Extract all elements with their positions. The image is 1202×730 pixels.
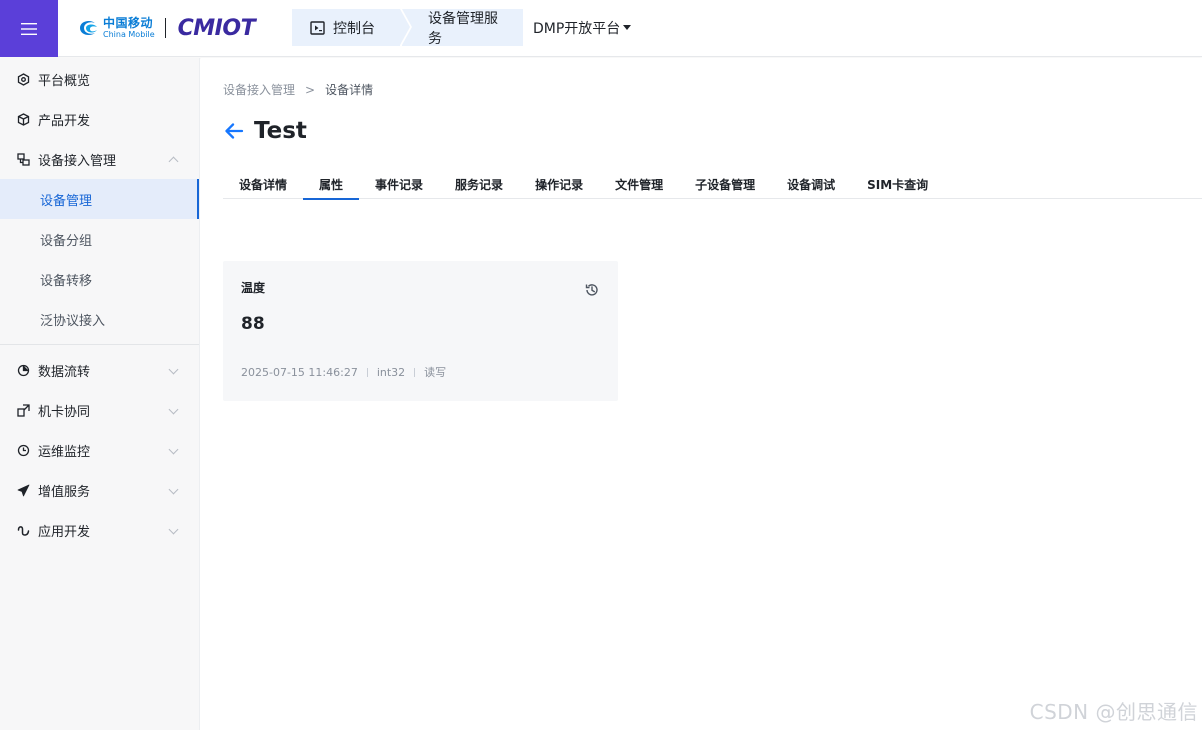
detail-tabs: 设备详情 属性 事件记录 服务记录 操作记录 文件管理 子设备管理 设备调试 S… bbox=[223, 170, 1202, 200]
meta-divider bbox=[366, 367, 368, 377]
sidebar-item-device-access[interactable]: 设备接入管理 bbox=[0, 139, 199, 179]
sidebar-item-sim-link[interactable]: 机卡协同 bbox=[0, 390, 199, 430]
property-access: 读写 bbox=[424, 366, 447, 379]
sidebar-subitem-device-transfer[interactable]: 设备转移 bbox=[0, 259, 199, 299]
device-service-tab[interactable]: 设备管理服务 bbox=[402, 9, 523, 47]
tab-file-management[interactable]: 文件管理 bbox=[599, 170, 679, 199]
brand-name-en: China Mobile bbox=[103, 30, 155, 39]
menu-toggle-button[interactable] bbox=[0, 0, 58, 57]
console-tab[interactable]: 控制台 bbox=[292, 9, 410, 46]
console-tab-label: 控制台 bbox=[333, 20, 375, 37]
property-meta: 2025-07-15 11:46:27 int32 读写 bbox=[241, 364, 446, 380]
send-icon bbox=[16, 483, 30, 497]
sidebar-divider bbox=[0, 344, 199, 345]
sim-link-icon bbox=[16, 403, 30, 417]
app-dev-icon bbox=[16, 523, 30, 537]
sidebar-subitem-protocol-access[interactable]: 泛协议接入 bbox=[0, 299, 199, 339]
property-name: 温度 bbox=[241, 281, 266, 295]
data-flow-icon bbox=[16, 363, 30, 377]
hamburger-icon bbox=[21, 22, 37, 36]
sidebar-item-product-dev[interactable]: 产品开发 bbox=[0, 99, 199, 139]
watermark: CSDN @创思通信 bbox=[1029, 700, 1198, 724]
breadcrumb-parent-link[interactable]: 设备接入管理 bbox=[223, 81, 295, 98]
chevron-down-icon bbox=[168, 404, 179, 415]
sidebar-item-label: 平台概览 bbox=[38, 73, 91, 89]
sidebar-subitem-device-group[interactable]: 设备分组 bbox=[0, 219, 199, 259]
page-title: Test bbox=[254, 118, 307, 144]
brand-divider bbox=[164, 18, 166, 38]
sidebar-subitem-device-management[interactable]: 设备管理 bbox=[0, 179, 199, 219]
tab-event-records[interactable]: 事件记录 bbox=[359, 170, 439, 199]
sidebar-item-label: 应用开发 bbox=[38, 524, 91, 540]
header-breadcrumb: 控制台 设备管理服务 DMP开放平台 bbox=[292, 9, 632, 47]
tab-sub-device-management[interactable]: 子设备管理 bbox=[679, 170, 771, 199]
sidebar-item-label: 机卡协同 bbox=[38, 404, 91, 420]
sidebar-item-value-added[interactable]: 增值服务 bbox=[0, 470, 199, 510]
tab-device-debug[interactable]: 设备调试 bbox=[771, 170, 851, 199]
cmiot-logo: CMIOT bbox=[177, 15, 256, 41]
monitor-icon bbox=[16, 443, 30, 457]
sidebar-item-overview[interactable]: 平台概览 bbox=[0, 59, 199, 99]
overview-icon bbox=[16, 72, 30, 86]
device-access-icon bbox=[16, 152, 30, 166]
breadcrumb: 设备接入管理 > 设备详情 bbox=[223, 81, 373, 98]
chevron-down-icon bbox=[168, 484, 179, 495]
chevron-down-icon bbox=[168, 444, 179, 455]
sidebar-subitem-label: 设备管理 bbox=[40, 193, 93, 209]
chevron-down-icon bbox=[168, 364, 179, 375]
brand-name-cn: 中国移动 bbox=[103, 16, 154, 30]
device-service-tab-label: 设备管理服务 bbox=[428, 10, 498, 47]
history-icon[interactable] bbox=[584, 282, 600, 298]
property-value: 88 bbox=[241, 314, 265, 334]
sidebar-subitem-label: 设备转移 bbox=[40, 273, 93, 289]
tab-properties[interactable]: 属性 bbox=[303, 170, 360, 200]
sidebar-item-monitor[interactable]: 运维监控 bbox=[0, 430, 199, 470]
tab-service-records[interactable]: 服务记录 bbox=[439, 170, 519, 199]
sidebar-item-label: 数据流转 bbox=[38, 364, 91, 380]
china-mobile-logo: 中国移动 China Mobile bbox=[76, 17, 155, 39]
sidebar-subitem-label: 泛协议接入 bbox=[40, 313, 106, 329]
cube-icon bbox=[16, 112, 30, 126]
sidebar-item-label: 增值服务 bbox=[38, 484, 91, 500]
chevron-down-icon bbox=[168, 524, 179, 535]
property-card: 温度 88 2025-07-15 11:46:27 int32 读写 bbox=[223, 261, 618, 401]
property-timestamp: 2025-07-15 11:46:27 bbox=[241, 365, 358, 379]
breadcrumb-current: 设备详情 bbox=[325, 83, 374, 97]
sidebar-item-data-flow[interactable]: 数据流转 bbox=[0, 350, 199, 390]
chevron-up-icon bbox=[168, 156, 179, 167]
sidebar-item-label: 设备接入管理 bbox=[38, 153, 117, 169]
sidebar-subitem-label: 设备分组 bbox=[40, 233, 93, 249]
tab-sim-query[interactable]: SIM卡查询 bbox=[851, 170, 944, 199]
breadcrumb-separator: > bbox=[305, 82, 316, 97]
page-header: Test bbox=[223, 118, 307, 144]
main-content: 设备接入管理 > 设备详情 Test 设备详情 属性 事件记录 服务记录 操作记… bbox=[201, 58, 1202, 730]
platform-dropdown[interactable]: DMP开放平台 bbox=[533, 18, 632, 38]
brand-logo[interactable]: 中国移动 China Mobile CMIOT bbox=[76, 14, 256, 42]
back-arrow-icon[interactable] bbox=[223, 120, 245, 142]
sidebar-item-label: 产品开发 bbox=[38, 113, 91, 129]
tab-operation-records[interactable]: 操作记录 bbox=[519, 170, 599, 199]
sidebar-item-app-dev[interactable]: 应用开发 bbox=[0, 510, 199, 550]
sidebar-item-label: 运维监控 bbox=[38, 444, 91, 460]
caret-down-icon bbox=[623, 25, 632, 30]
console-icon bbox=[310, 20, 325, 35]
china-mobile-logo-icon bbox=[80, 20, 97, 36]
top-bar: 中国移动 China Mobile CMIOT 控制台 设备管理服务 DMP开放… bbox=[0, 0, 1202, 57]
meta-divider bbox=[414, 367, 416, 377]
tab-device-detail[interactable]: 设备详情 bbox=[223, 170, 303, 199]
platform-label: DMP开放平台 bbox=[533, 20, 621, 37]
property-data-type: int32 bbox=[376, 365, 406, 379]
sidebar: 平台概览 产品开发 设备接入管理 设备管理 设备分组 设备转移 泛协议接入 数据… bbox=[0, 58, 200, 730]
